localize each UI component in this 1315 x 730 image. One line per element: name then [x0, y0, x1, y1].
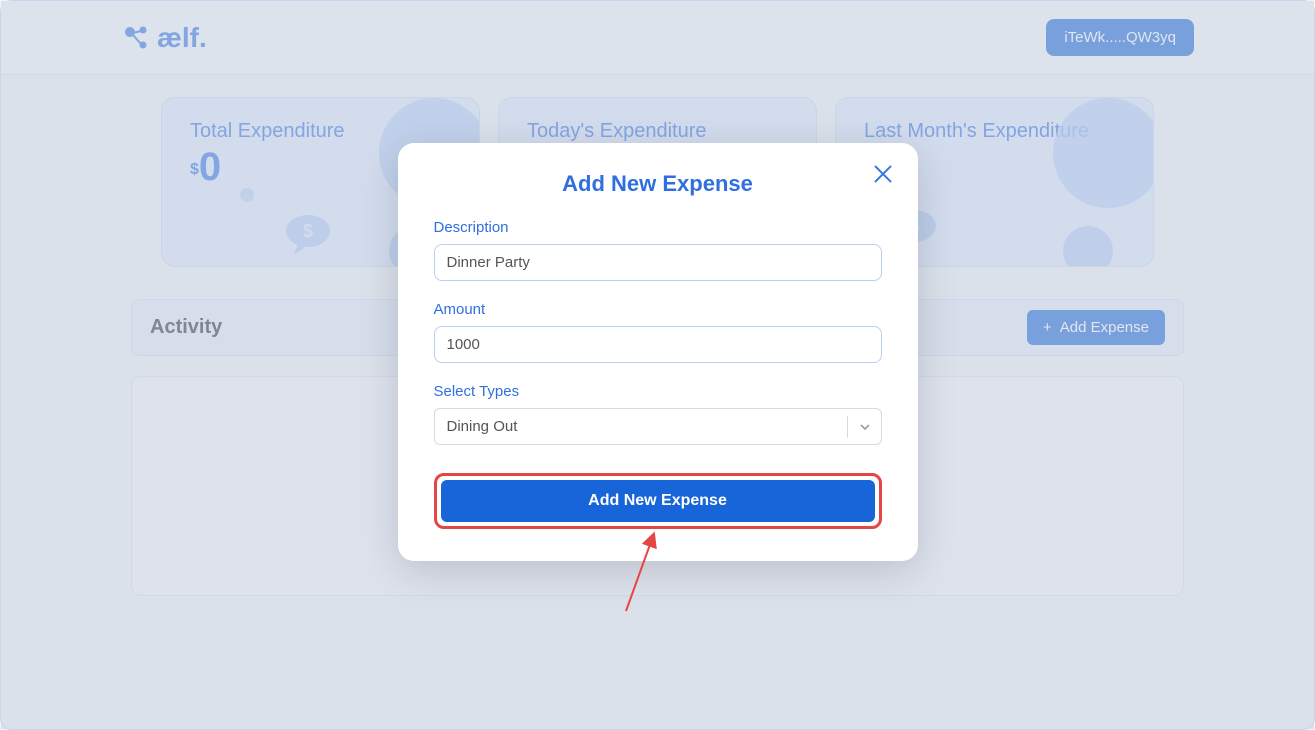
description-input[interactable] — [434, 244, 882, 281]
description-label: Description — [434, 219, 882, 236]
modal-title: Add New Expense — [434, 171, 882, 197]
amount-input[interactable] — [434, 326, 882, 363]
logo-text: ælf. — [157, 22, 207, 54]
close-icon[interactable] — [872, 163, 894, 190]
amount-label: Amount — [434, 301, 882, 318]
activity-heading: Activity — [150, 316, 222, 339]
decorative-circle — [240, 188, 254, 202]
add-expense-button[interactable]: + Add Expense — [1027, 310, 1165, 345]
decorative-circle — [1063, 226, 1113, 267]
add-expense-modal: Add New Expense Description Amount Selec… — [398, 143, 918, 561]
types-select-wrap[interactable]: Dining Out — [434, 408, 882, 445]
plus-icon: + — [1043, 319, 1052, 336]
add-new-expense-submit-button[interactable]: Add New Expense — [441, 480, 875, 522]
money-chat-icon: $ — [280, 213, 336, 257]
logo: ælf. — [121, 22, 207, 54]
logo-icon — [121, 23, 151, 53]
chevron-down-icon — [847, 416, 872, 438]
amount-value: 0 — [199, 145, 221, 189]
currency-symbol: $ — [190, 161, 199, 178]
types-select[interactable]: Dining Out — [434, 408, 882, 445]
decorative-circle — [1053, 98, 1154, 208]
add-expense-label: Add Expense — [1060, 319, 1149, 336]
card-title: Today's Expenditure — [527, 120, 788, 143]
wallet-address-button[interactable]: iTeWk.....QW3yq — [1046, 19, 1194, 56]
submit-highlight-box: Add New Expense — [434, 473, 882, 529]
types-label: Select Types — [434, 383, 882, 400]
svg-text:$: $ — [303, 221, 313, 241]
app-header: ælf. iTeWk.....QW3yq — [1, 1, 1314, 75]
